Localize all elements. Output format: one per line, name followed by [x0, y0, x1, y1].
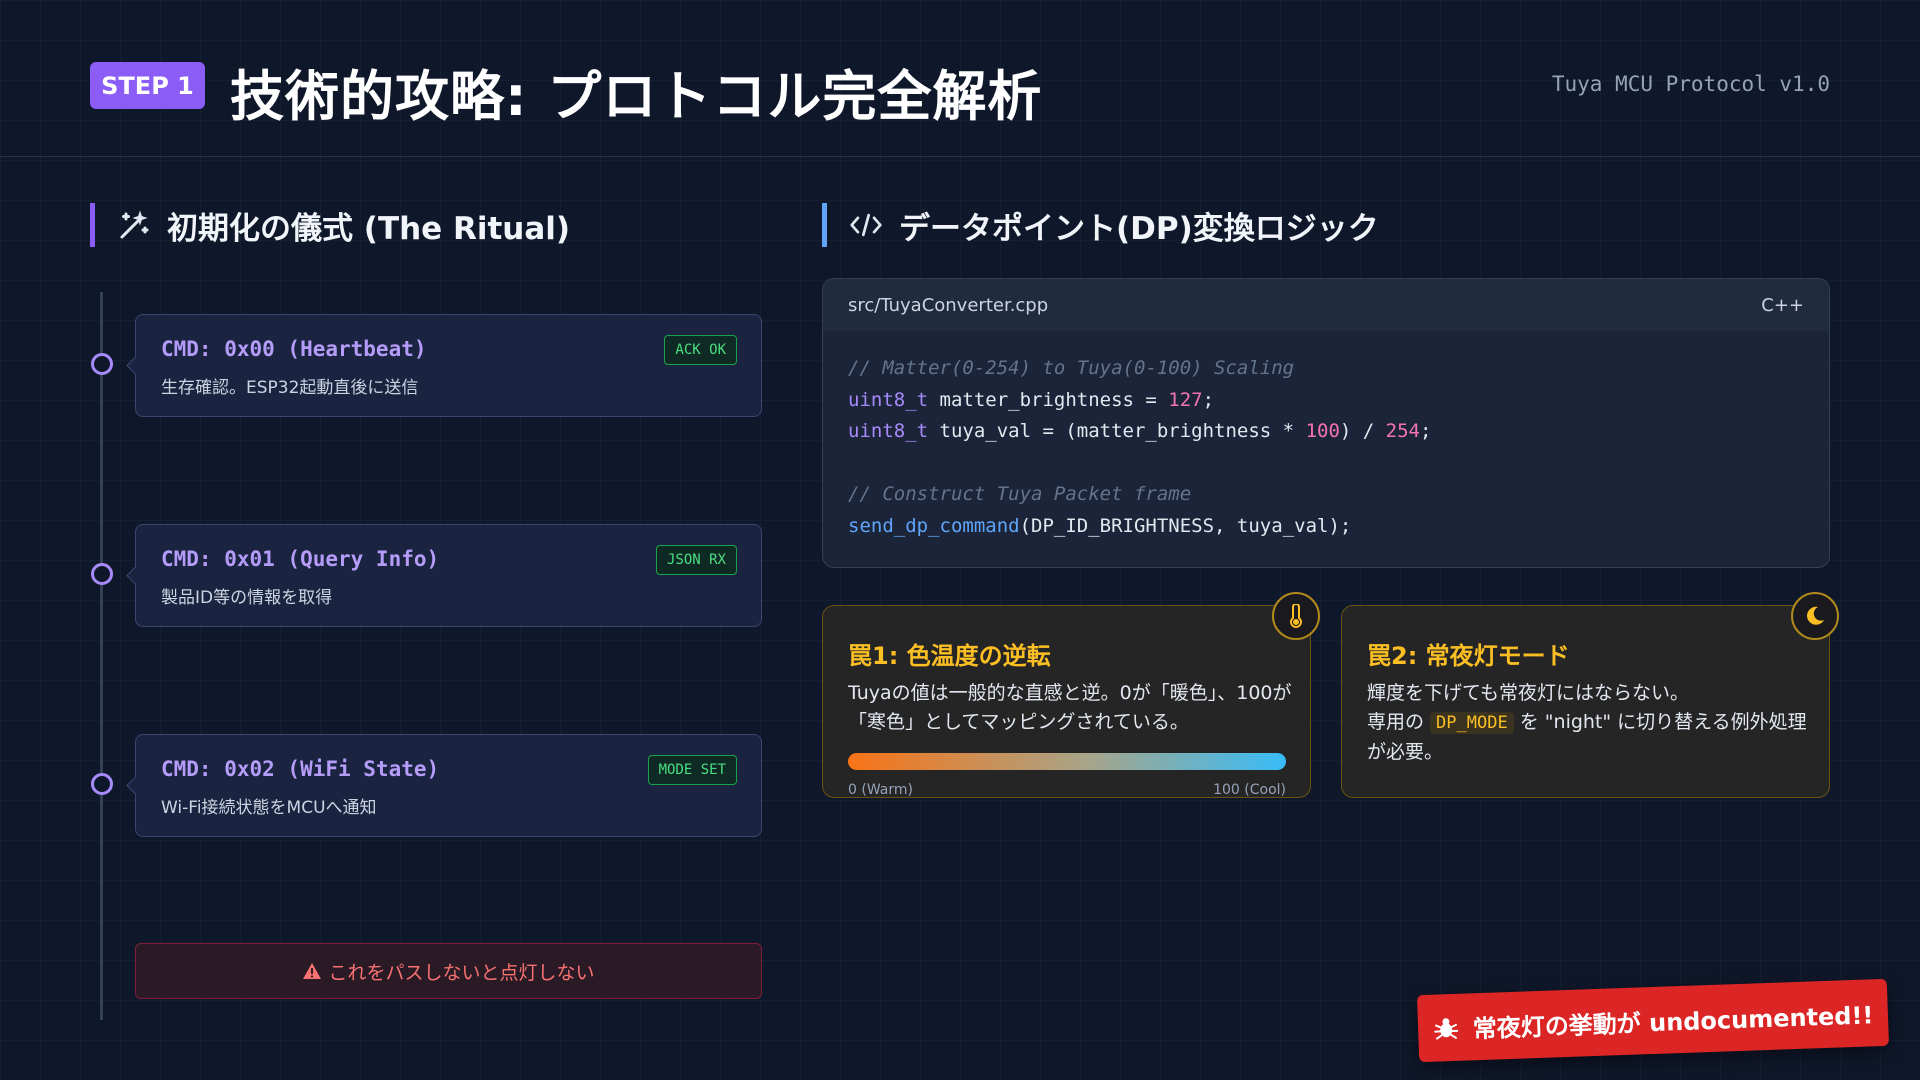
ritual-section-heading: 初期化の儀式 (The Ritual) — [90, 203, 570, 247]
command-description: Wi-Fi接続状態をMCUへ通知 — [161, 798, 377, 818]
protocol-version: Tuya MCU Protocol v1.0 — [1551, 72, 1830, 96]
code-number: 100 — [1305, 420, 1340, 442]
command-card-query-info: CMD: 0x01 (Query Info) 製品ID等の情報を取得 JSON … — [135, 524, 762, 627]
code-comment: // Matter(0-254) to Tuya(0-100) Scaling — [848, 357, 1295, 379]
step-badge: STEP 1 — [90, 62, 205, 109]
scale-label-cool: 100 (Cool) — [1213, 782, 1286, 798]
code-text: ) / — [1339, 420, 1386, 442]
color-temperature-gradient — [848, 753, 1286, 770]
code-content: // Matter(0-254) to Tuya(0-100) Scaling … — [823, 331, 1829, 564]
undocumented-banner: 常夜灯の挙動が undocumented!! — [1416, 978, 1890, 1063]
code-number: 127 — [1168, 388, 1203, 411]
warning-text: これをパスしないと点灯しない — [328, 961, 595, 984]
timeline-line — [100, 292, 103, 1020]
timeline-dot — [91, 773, 113, 795]
dp-logic-section-heading: データポイント(DP)変換ロジック — [822, 203, 1379, 247]
trap-text: Tuyaの値は一般的な直感と逆。0が「暖色」、100が「寒色」としてマッピングさ… — [848, 682, 1292, 733]
command-description: 製品ID等の情報を取得 — [161, 588, 333, 608]
status-badge: ACK OK — [664, 335, 737, 365]
code-type: uint8_t — [848, 420, 929, 442]
code-text: ; — [1420, 420, 1432, 442]
bug-icon — [1432, 1014, 1459, 1041]
trap-card-night-light: 罠2: 常夜灯モード 輝度を下げても常夜灯にはならない。 専用の DP_MODE… — [1341, 592, 1839, 798]
code-text: tuya_val = (matter_brightness * — [928, 420, 1306, 442]
code-type: uint8_t — [848, 388, 929, 411]
trap-card-color-temperature: 罠1: 色温度の逆転 Tuyaの値は一般的な直感と逆。0が「暖色」、100が「寒… — [822, 592, 1320, 798]
code-icon — [849, 208, 883, 242]
moon-icon — [1791, 592, 1839, 640]
page-header: STEP 1 技術的攻略: プロトコル完全解析 Tuya MCU Protoco… — [0, 0, 1920, 157]
command-card-heartbeat: CMD: 0x00 (Heartbeat) 生存確認。ESP32起動直後に送信 … — [135, 314, 762, 417]
command-description: 生存確認。ESP32起動直後に送信 — [161, 378, 419, 398]
trap-text-pre: 専用の — [1367, 711, 1431, 733]
command-title: CMD: 0x01 (Query Info) — [161, 547, 440, 571]
status-badge: JSON RX — [655, 545, 737, 575]
page-title: 技術的攻略: プロトコル完全解析 — [230, 65, 1043, 128]
code-number: 254 — [1385, 420, 1420, 442]
trap-text-line1: 輝度を下げても常夜灯にはならない。 — [1367, 682, 1690, 704]
code-text: ; — [1202, 388, 1215, 411]
code-function: send_dp_command — [848, 514, 1020, 537]
ritual-warning: これをパスしないと点灯しない — [135, 943, 762, 999]
status-badge: MODE SET — [647, 755, 737, 785]
ritual-heading-text: 初期化の儀式 (The Ritual) — [167, 210, 571, 247]
trap-title: 罠2: 常夜灯モード — [1367, 642, 1570, 670]
timeline-dot — [91, 353, 113, 375]
dp-logic-heading-text: データポイント(DP)変換ロジック — [899, 210, 1379, 247]
thermometer-icon — [1272, 592, 1320, 640]
code-block: src/TuyaConverter.cpp C++ // Matter(0-25… — [822, 278, 1830, 568]
warning-triangle-icon — [302, 962, 322, 980]
code-language: C++ — [1761, 294, 1804, 316]
code-header: src/TuyaConverter.cpp C++ — [823, 279, 1829, 331]
magic-wand-icon — [117, 208, 151, 242]
command-title: CMD: 0x02 (WiFi State) — [161, 757, 440, 781]
code-text: (DP_ID_BRIGHTNESS, tuya_val); — [1019, 514, 1352, 537]
code-text: matter_brightness = — [928, 388, 1169, 411]
timeline-dot — [91, 563, 113, 585]
command-card-wifi-state: CMD: 0x02 (WiFi State) Wi-Fi接続状態をMCUへ通知 … — [135, 734, 762, 837]
trap-title: 罠1: 色温度の逆転 — [848, 642, 1051, 670]
scale-label-warm: 0 (Warm) — [848, 782, 913, 798]
code-comment: // Construct Tuya Packet frame — [848, 483, 1192, 505]
dp-mode-code: DP_MODE — [1430, 712, 1514, 734]
command-title: CMD: 0x00 (Heartbeat) — [161, 337, 427, 361]
trap-text: 輝度を下げても常夜灯にはならない。 専用の DP_MODE を "night" … — [1367, 679, 1817, 767]
banner-text: 常夜灯の挙動が undocumented!! — [1472, 1001, 1874, 1044]
code-filename: src/TuyaConverter.cpp — [848, 294, 1049, 316]
